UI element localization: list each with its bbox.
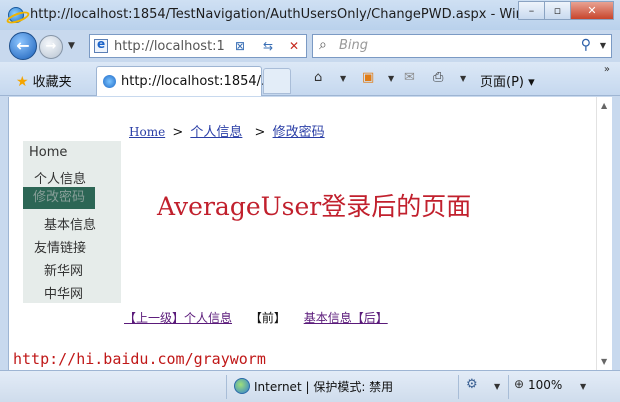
search-provider-icon: ⌕ — [319, 37, 327, 53]
home-icon[interactable]: ⌂ — [314, 70, 322, 85]
tab-and-command-bar: ★ 收藏夹 http://localhost:1854/... ⌂ ▼ ▣ ▼ ✉… — [0, 62, 620, 96]
side-menu: Home 个人信息 修改密码 基本信息 友情链接 新华网 中华网 — [23, 141, 121, 303]
breadcrumb-separator: > — [172, 125, 184, 140]
search-options-dropdown-icon[interactable]: ▼ — [600, 41, 606, 50]
vertical-scrollbar[interactable]: ▲ ▼ — [596, 97, 612, 370]
scroll-up-icon[interactable]: ▲ — [601, 101, 607, 110]
new-tab-button[interactable] — [263, 68, 291, 94]
page-icon — [94, 37, 108, 53]
window-title: http://localhost:1854/TestNavigation/Aut… — [30, 7, 553, 22]
previous-level-link[interactable]: 【上一级】个人信息 — [124, 311, 232, 325]
close-button[interactable]: ✕ — [570, 1, 614, 20]
zoom-dropdown-icon[interactable]: ▼ — [580, 382, 586, 391]
back-button[interactable]: ← — [9, 32, 37, 60]
security-zone-text[interactable]: Internet | 保护模式: 禁用 — [254, 378, 393, 395]
page-menu-button[interactable]: 页面(P) ▾ — [480, 71, 535, 90]
title-bar: http://localhost:1854/TestNavigation/Aut… — [0, 0, 620, 30]
menu-item-personal-info[interactable]: 个人信息 — [34, 168, 86, 187]
tab-title: http://localhost:1854/... — [121, 74, 274, 89]
page-viewport: Home > 个人信息 > 修改密码 Home 个人信息 修改密码 基本信息 友… — [8, 97, 596, 370]
window-controls: – ▫ ✕ — [518, 1, 614, 21]
menu-item-friend-links[interactable]: 友情链接 — [34, 237, 86, 256]
star-icon: ★ — [16, 74, 29, 90]
mail-icon[interactable]: ✉ — [404, 70, 415, 85]
address-input[interactable]: http://localhost:1 — [114, 39, 224, 54]
more-commands-chevron-icon[interactable]: » — [604, 64, 610, 75]
navigation-bar: ← → ▼ http://localhost:1 ⊠ ⇆ ✕ ⌕ Bing ⚲ … — [0, 30, 620, 62]
home-dropdown-icon[interactable]: ▼ — [340, 74, 346, 83]
rss-feed-icon[interactable]: ▣ — [362, 70, 374, 85]
maximize-button[interactable]: ▫ — [544, 1, 570, 20]
breadcrumb-separator: > — [254, 125, 266, 140]
minimize-button[interactable]: – — [518, 1, 544, 20]
favorites-button[interactable]: ★ 收藏夹 — [16, 71, 72, 90]
search-input[interactable]: Bing — [339, 38, 368, 53]
history-dropdown-icon[interactable]: ▼ — [68, 41, 75, 51]
menu-item-change-password[interactable]: 修改密码 — [23, 187, 96, 209]
search-box[interactable]: ⌕ Bing ⚲ ▼ — [312, 34, 612, 58]
menu-item-home[interactable]: Home — [29, 145, 67, 160]
menu-item-basic-info[interactable]: 基本信息 — [44, 214, 96, 233]
print-dropdown-icon[interactable]: ▼ — [460, 74, 466, 83]
menu-item-china-com[interactable]: 中华网 — [44, 283, 83, 302]
ie-page-icon — [103, 75, 116, 88]
window-frame-right — [612, 97, 620, 370]
status-divider — [458, 375, 459, 399]
current-indicator: 【前】 — [249, 311, 286, 325]
refresh-icon[interactable]: ⇆ — [258, 37, 278, 55]
status-bar: Internet | 保护模式: 禁用 ⚙ ▼ ⊕ 100% ▼ — [0, 370, 620, 402]
forward-button[interactable]: → — [39, 35, 63, 59]
next-link[interactable]: 基本信息【后】 — [304, 311, 388, 325]
breadcrumb-home-link[interactable]: Home — [129, 125, 165, 139]
tab-active[interactable]: http://localhost:1854/... — [96, 66, 273, 96]
address-bar[interactable]: http://localhost:1 ⊠ ⇆ ✕ — [89, 34, 307, 58]
zoom-level[interactable]: 100% — [528, 378, 562, 392]
internet-zone-globe-icon — [234, 378, 250, 394]
scroll-down-icon[interactable]: ▼ — [601, 357, 607, 366]
ie-logo-icon — [8, 7, 24, 23]
menu-item-xinhua[interactable]: 新华网 — [44, 260, 83, 279]
status-divider — [226, 375, 227, 399]
site-map-pager: 【上一级】个人信息 【前】 基本信息【后】 — [124, 309, 388, 326]
feed-dropdown-icon[interactable]: ▼ — [388, 74, 394, 83]
zoom-icon[interactable]: ⊕ — [514, 377, 524, 391]
breadcrumb-current[interactable]: 修改密码 — [273, 125, 325, 140]
compatibility-view-icon[interactable]: ⊠ — [230, 37, 250, 55]
footer-url-text: http://hi.baidu.com/grayworm — [13, 350, 266, 368]
status-divider — [508, 375, 509, 399]
stop-icon[interactable]: ✕ — [284, 37, 304, 55]
search-icon[interactable]: ⚲ — [581, 37, 591, 53]
breadcrumb-personal-info-link[interactable]: 个人信息 — [190, 125, 242, 140]
tools-dropdown-icon[interactable]: ▼ — [494, 382, 500, 391]
print-icon[interactable]: ⎙ — [433, 70, 443, 85]
page-heading: AverageUser登录后的页面 — [157, 192, 472, 221]
breadcrumb: Home > 个人信息 > 修改密码 — [129, 121, 325, 140]
protected-mode-icon[interactable]: ⚙ — [466, 377, 478, 392]
